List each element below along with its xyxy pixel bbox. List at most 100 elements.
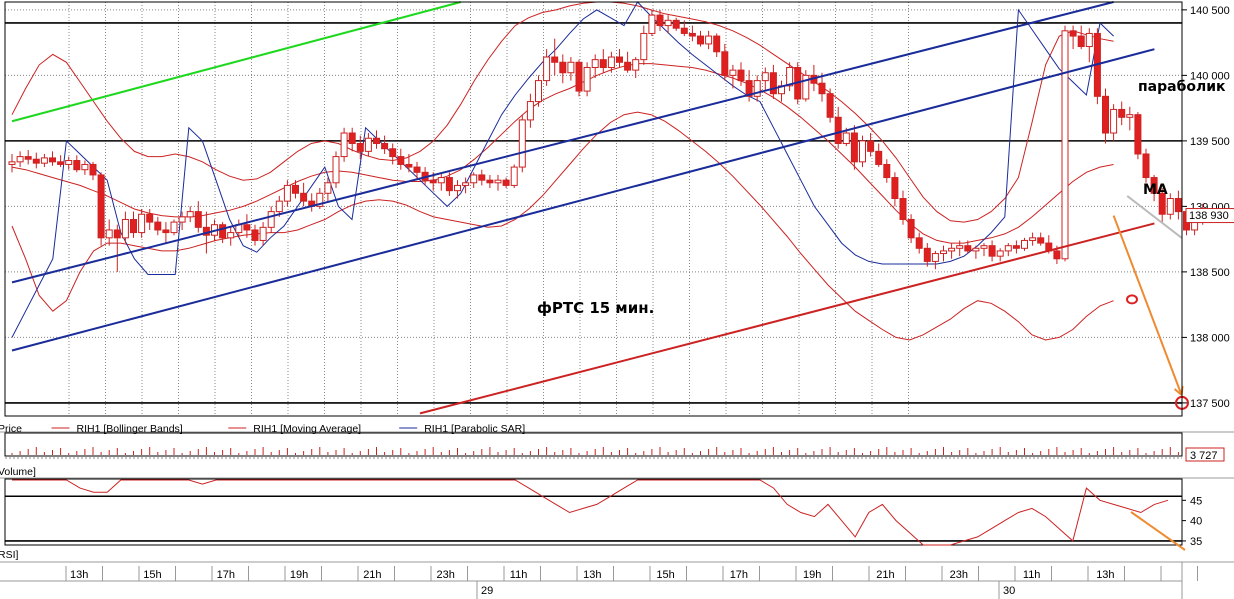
candle-down xyxy=(478,174,486,181)
candle-up xyxy=(1085,32,1093,48)
time-hour-label: 21h xyxy=(363,569,381,581)
candle-down xyxy=(656,14,664,27)
time-hour-label: 11h xyxy=(510,569,528,581)
time-hour-label: 21h xyxy=(876,569,894,581)
volume-last-label: 3 727 xyxy=(1190,450,1218,462)
candle-down xyxy=(1102,95,1109,134)
candle-down xyxy=(721,51,729,76)
candle-up xyxy=(583,67,591,92)
time-hour-label: 15h xyxy=(656,569,674,581)
candle-up xyxy=(16,156,24,163)
candle-up xyxy=(1166,198,1174,215)
candle-down xyxy=(599,59,607,69)
candle-down xyxy=(834,116,842,144)
parabolic-annotation: параболик xyxy=(1138,79,1226,95)
candle-up xyxy=(648,14,656,34)
time-hour-label: 17h xyxy=(730,569,748,581)
candle-up xyxy=(267,211,275,228)
candle-down xyxy=(381,142,389,150)
candle-up xyxy=(729,69,737,76)
price-tick-label: 140 500 xyxy=(1190,5,1230,17)
volume-panel-frame xyxy=(4,432,1183,457)
candle-down xyxy=(397,156,405,165)
candle-down xyxy=(389,148,397,158)
legend-entry: RIH1 [Bollinger Bands] xyxy=(77,423,183,435)
candle-down xyxy=(89,163,97,176)
candle-down xyxy=(1037,237,1045,244)
parabolic-sar-line xyxy=(11,1,1114,338)
candle-down xyxy=(1134,114,1142,155)
candle-up xyxy=(543,56,551,82)
candle-up xyxy=(980,245,988,249)
chart-title: фРТС 15 мин. xyxy=(537,299,654,317)
trend-line-blue-upper xyxy=(11,1,1114,284)
candle-down xyxy=(1053,250,1061,260)
candle-down xyxy=(292,184,299,194)
candle-up xyxy=(842,132,850,144)
rsi-tick-label: 35 xyxy=(1190,536,1202,548)
candle-up xyxy=(1061,30,1069,260)
candle-up xyxy=(535,80,542,103)
candle-down xyxy=(624,61,632,71)
candle-up xyxy=(972,247,980,252)
candle-down xyxy=(97,174,105,239)
time-hour-label: 23h xyxy=(950,569,968,581)
forecast-arrow-line xyxy=(1112,215,1183,396)
candle-up xyxy=(462,182,470,186)
candle-up xyxy=(664,19,672,27)
time-hour-label: 17h xyxy=(217,569,235,581)
candle-up xyxy=(632,59,640,71)
candle-up xyxy=(437,177,445,184)
candle-up xyxy=(105,229,113,239)
candle-down xyxy=(113,229,121,239)
candle-up xyxy=(40,157,48,164)
time-hour-label: 13h xyxy=(70,569,88,581)
candle-down xyxy=(1012,245,1020,249)
trend-line-red-support xyxy=(419,222,1155,415)
rsi-panel-frame xyxy=(4,478,1183,546)
candle-down xyxy=(243,224,251,231)
volume-panel xyxy=(5,447,1225,462)
price-tick-label: 138 000 xyxy=(1190,332,1230,344)
candle-down xyxy=(923,247,931,262)
candle-down xyxy=(818,82,826,95)
time-hour-label: 23h xyxy=(437,569,455,581)
candle-up xyxy=(470,174,478,184)
candle-down xyxy=(1069,30,1077,37)
candle-down xyxy=(154,221,162,231)
candle-down xyxy=(672,19,680,29)
candle-up xyxy=(227,232,235,239)
candle-down xyxy=(1077,35,1085,48)
candle-down xyxy=(486,179,494,184)
candle-down xyxy=(373,137,380,144)
candle-up xyxy=(1029,237,1037,241)
candle-up xyxy=(591,59,599,69)
candle-down xyxy=(616,56,623,63)
candle-down xyxy=(915,237,923,249)
candle-down xyxy=(1174,198,1182,213)
time-hour-label: 13h xyxy=(583,569,601,581)
candle-up xyxy=(1004,245,1012,252)
candle-down xyxy=(32,158,40,164)
candle-down xyxy=(867,140,875,152)
candle-down xyxy=(826,93,834,118)
candle-up xyxy=(1110,108,1118,134)
candle-down xyxy=(899,198,907,220)
ma-annotation: MA xyxy=(1143,182,1168,198)
volume-label: Volume] xyxy=(0,466,36,478)
candle-up xyxy=(454,184,461,192)
legend-entry: RIH1 [Parabolic SAR] xyxy=(424,423,525,435)
indicator-lines xyxy=(11,1,1114,341)
candle-down xyxy=(24,156,32,160)
candle-up xyxy=(761,72,769,82)
legend-entry: Price xyxy=(0,423,22,435)
candle-up xyxy=(996,250,1004,257)
candle-down xyxy=(737,69,745,82)
candle-up xyxy=(283,184,291,202)
price-tick-label: 138 500 xyxy=(1190,267,1230,279)
rsi-label: RSI] xyxy=(0,549,19,561)
candle-down xyxy=(502,179,510,186)
candle-up xyxy=(518,119,526,168)
rsi-forecast-line xyxy=(1130,511,1186,551)
candle-up xyxy=(259,226,267,241)
